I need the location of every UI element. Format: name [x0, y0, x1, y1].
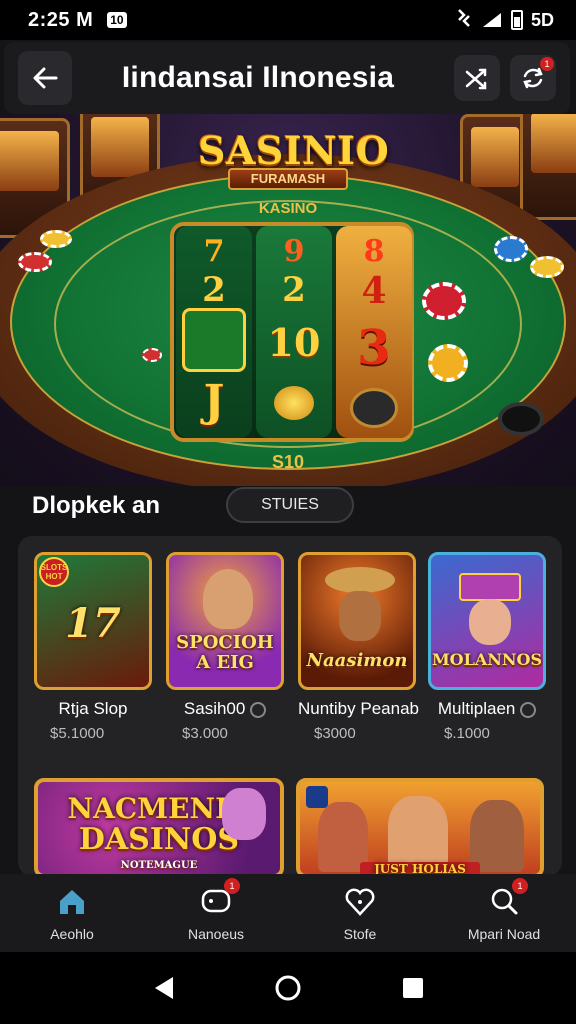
nav-item-home[interactable]: Aeohlo — [0, 874, 144, 952]
status-time: 2:25 M — [28, 8, 94, 31]
character-art — [388, 796, 448, 872]
nav-item-profile[interactable]: 1 Mpari Noad — [432, 874, 576, 952]
nav-label: Mpari Noad — [467, 926, 541, 942]
creature-art — [222, 788, 266, 840]
emerald-symbol — [182, 308, 246, 372]
hero-banner[interactable]: KASINO S10 SASINIO FURAMASH 7 2 J 9 2 10… — [0, 114, 576, 486]
chat-icon: 1 — [198, 878, 240, 920]
game-card[interactable]: MOLANNOS Multiplaen $.1000 — [428, 552, 546, 742]
reel-1: 7 2 J — [176, 226, 252, 438]
game-price: $3.000 — [182, 725, 228, 742]
table-hole — [498, 402, 544, 436]
game-card[interactable]: SPOCIOH A EIG Sasih00 $3.000 — [166, 552, 284, 742]
chip-yellow-2 — [530, 256, 564, 278]
refresh-button[interactable]: 1 — [510, 55, 556, 101]
close-icon[interactable] — [306, 786, 328, 808]
battery-icon — [510, 10, 523, 30]
system-home-button[interactable] — [268, 968, 308, 1008]
character-art — [470, 800, 524, 872]
reel-3: 8 4 3 — [336, 226, 412, 438]
chip-yellow — [40, 230, 72, 248]
system-back-button[interactable] — [143, 968, 183, 1008]
chip-small — [142, 348, 162, 362]
app-header: Iindansai Ilnonesia 1 — [4, 42, 570, 114]
page-title: Iindansai Ilnonesia — [121, 61, 395, 94]
game-card[interactable]: SLOTS HOT 17 Rtja Slop $5.1000 — [34, 552, 152, 742]
game-thumbnail: SLOTS HOT 17 — [34, 552, 152, 690]
game-thumbnail: Naasimon — [298, 552, 416, 690]
nav-item-messages[interactable]: 1 Nanoeus — [144, 874, 288, 952]
character-art — [469, 599, 511, 645]
promo-banner[interactable]: JUST HOLIAS — [296, 778, 544, 878]
table-label: KASINO — [258, 200, 318, 217]
game-price: $5.1000 — [50, 725, 105, 742]
notification-badge: 1 — [512, 878, 528, 894]
chip-gold — [428, 344, 468, 382]
shuffle-button[interactable] — [454, 55, 500, 101]
arrow-left-icon — [33, 67, 58, 89]
hat-art — [459, 573, 521, 601]
nav-item-store[interactable]: Stofe — [288, 874, 432, 952]
hat-art — [325, 567, 395, 593]
profile-search-icon: 1 — [486, 878, 528, 920]
compass-symbol — [350, 388, 398, 428]
back-button[interactable] — [18, 51, 72, 105]
signal-icon — [481, 11, 503, 29]
coin-symbol — [274, 386, 314, 420]
section-title: Dlopkek an — [32, 492, 161, 519]
app-screen: 2:25 M 10 5D Iindansai Ilnonesia 1 KASIN… — [0, 0, 576, 1024]
nav-label: Aeohlo — [50, 926, 94, 942]
chip-red-stack — [422, 282, 466, 320]
notification-badge: 1 — [224, 878, 240, 894]
system-recents-button[interactable] — [393, 968, 433, 1008]
info-icon[interactable] — [250, 701, 267, 718]
status-bar: 2:25 M 10 5D — [0, 0, 576, 40]
circle-home-icon — [275, 975, 301, 1001]
game-price: $3000 — [314, 725, 356, 742]
game-thumbnail: SPOCIOH A EIG — [166, 552, 284, 690]
square-recents-icon — [403, 978, 424, 998]
promo-banner[interactable]: NACMENIC DASINOS NOTEMAGUE — [34, 778, 284, 878]
heart-icon — [342, 884, 378, 920]
system-navigation — [0, 952, 576, 1024]
game-price: $.1000 — [444, 725, 490, 742]
chip-blue — [494, 236, 528, 262]
chip-red — [18, 252, 52, 272]
status-badge: 10 — [107, 12, 127, 28]
casino-logo: SASINIO FURAMASH — [198, 128, 389, 190]
notification-badge: 1 — [540, 57, 554, 71]
game-name: Nuntiby Peanab — [298, 699, 419, 718]
nav-label: Stofe — [343, 926, 377, 942]
character-art — [339, 591, 381, 641]
nav-label: Nanoeus — [187, 926, 245, 942]
info-icon[interactable] — [520, 701, 537, 718]
reel-2: 9 2 10 — [256, 226, 332, 438]
section-filter-pill[interactable]: STUIES — [226, 487, 354, 523]
bet-label: S10 — [271, 452, 305, 472]
game-name: Rtja Slop — [58, 699, 128, 718]
character-art — [203, 569, 253, 629]
game-name: Sasih00 — [166, 699, 284, 719]
game-card[interactable]: Naasimon Nuntiby Peanab $3000 — [298, 552, 419, 742]
home-icon — [54, 884, 90, 920]
triangle-back-icon — [154, 977, 173, 999]
game-name: Multiplaen — [428, 699, 546, 719]
bottom-navigation: Aeohlo 1 Nanoeus Stofe 1 Mpari Noad — [0, 874, 576, 952]
battery-text: 5D — [530, 9, 554, 30]
sync-icon — [455, 8, 473, 33]
shuffle-icon — [465, 68, 487, 90]
game-thumbnail: MOLANNOS — [428, 552, 546, 690]
